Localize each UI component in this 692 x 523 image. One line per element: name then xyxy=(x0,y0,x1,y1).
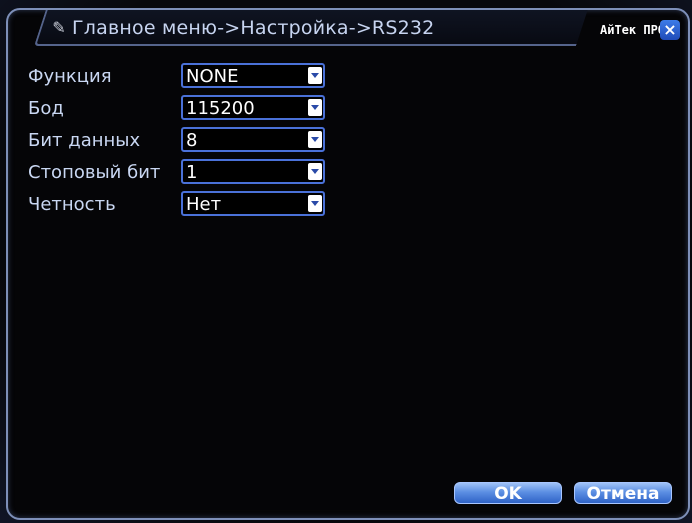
title-bar: ✎ Главное меню->Настройка->RS232 АйТек П… xyxy=(8,10,688,50)
chevron-down-icon xyxy=(308,195,322,212)
rs232-settings-window: ✎ Главное меню->Настройка->RS232 АйТек П… xyxy=(6,8,690,520)
rs232-form: Функция NONE Бод 115200 Бит данных 8 Сто… xyxy=(28,62,348,222)
form-row-baud: Бод 115200 xyxy=(28,94,348,126)
data-bits-label: Бит данных xyxy=(28,130,141,151)
stop-bits-select[interactable]: 1 xyxy=(181,159,325,184)
close-button[interactable]: × xyxy=(660,20,680,40)
parity-label: Четность xyxy=(28,194,116,215)
function-label: Функция xyxy=(28,66,112,87)
baud-select[interactable]: 115200 xyxy=(181,95,325,120)
chevron-down-icon xyxy=(308,67,322,84)
form-row-stop-bits: Стоповый бит 1 xyxy=(28,158,348,190)
function-value: NONE xyxy=(186,66,239,87)
ok-button[interactable]: OK xyxy=(454,482,562,504)
close-icon: × xyxy=(663,20,677,39)
function-select[interactable]: NONE xyxy=(181,63,325,88)
chevron-down-icon xyxy=(308,131,322,148)
parity-select[interactable]: Нет xyxy=(181,191,325,216)
parity-value: Нет xyxy=(186,194,222,215)
breadcrumb-title: Главное меню->Настройка->RS232 xyxy=(72,17,435,39)
wrench-icon: ✎ xyxy=(52,18,66,37)
form-row-parity: Четность Нет xyxy=(28,190,348,222)
chevron-down-icon xyxy=(308,99,322,116)
chevron-down-icon xyxy=(308,163,322,180)
brand-logo: АйТек ПРО xyxy=(600,23,666,37)
stop-bits-value: 1 xyxy=(186,162,198,183)
cancel-button[interactable]: Отмена xyxy=(574,482,672,504)
data-bits-value: 8 xyxy=(186,130,198,151)
dvr-screen: ✎ Главное меню->Настройка->RS232 АйТек П… xyxy=(0,0,692,523)
form-row-function: Функция NONE xyxy=(28,62,348,94)
baud-value: 115200 xyxy=(186,98,255,119)
form-row-data-bits: Бит данных 8 xyxy=(28,126,348,158)
baud-label: Бод xyxy=(28,98,64,119)
data-bits-select[interactable]: 8 xyxy=(181,127,325,152)
stop-bits-label: Стоповый бит xyxy=(28,162,161,183)
